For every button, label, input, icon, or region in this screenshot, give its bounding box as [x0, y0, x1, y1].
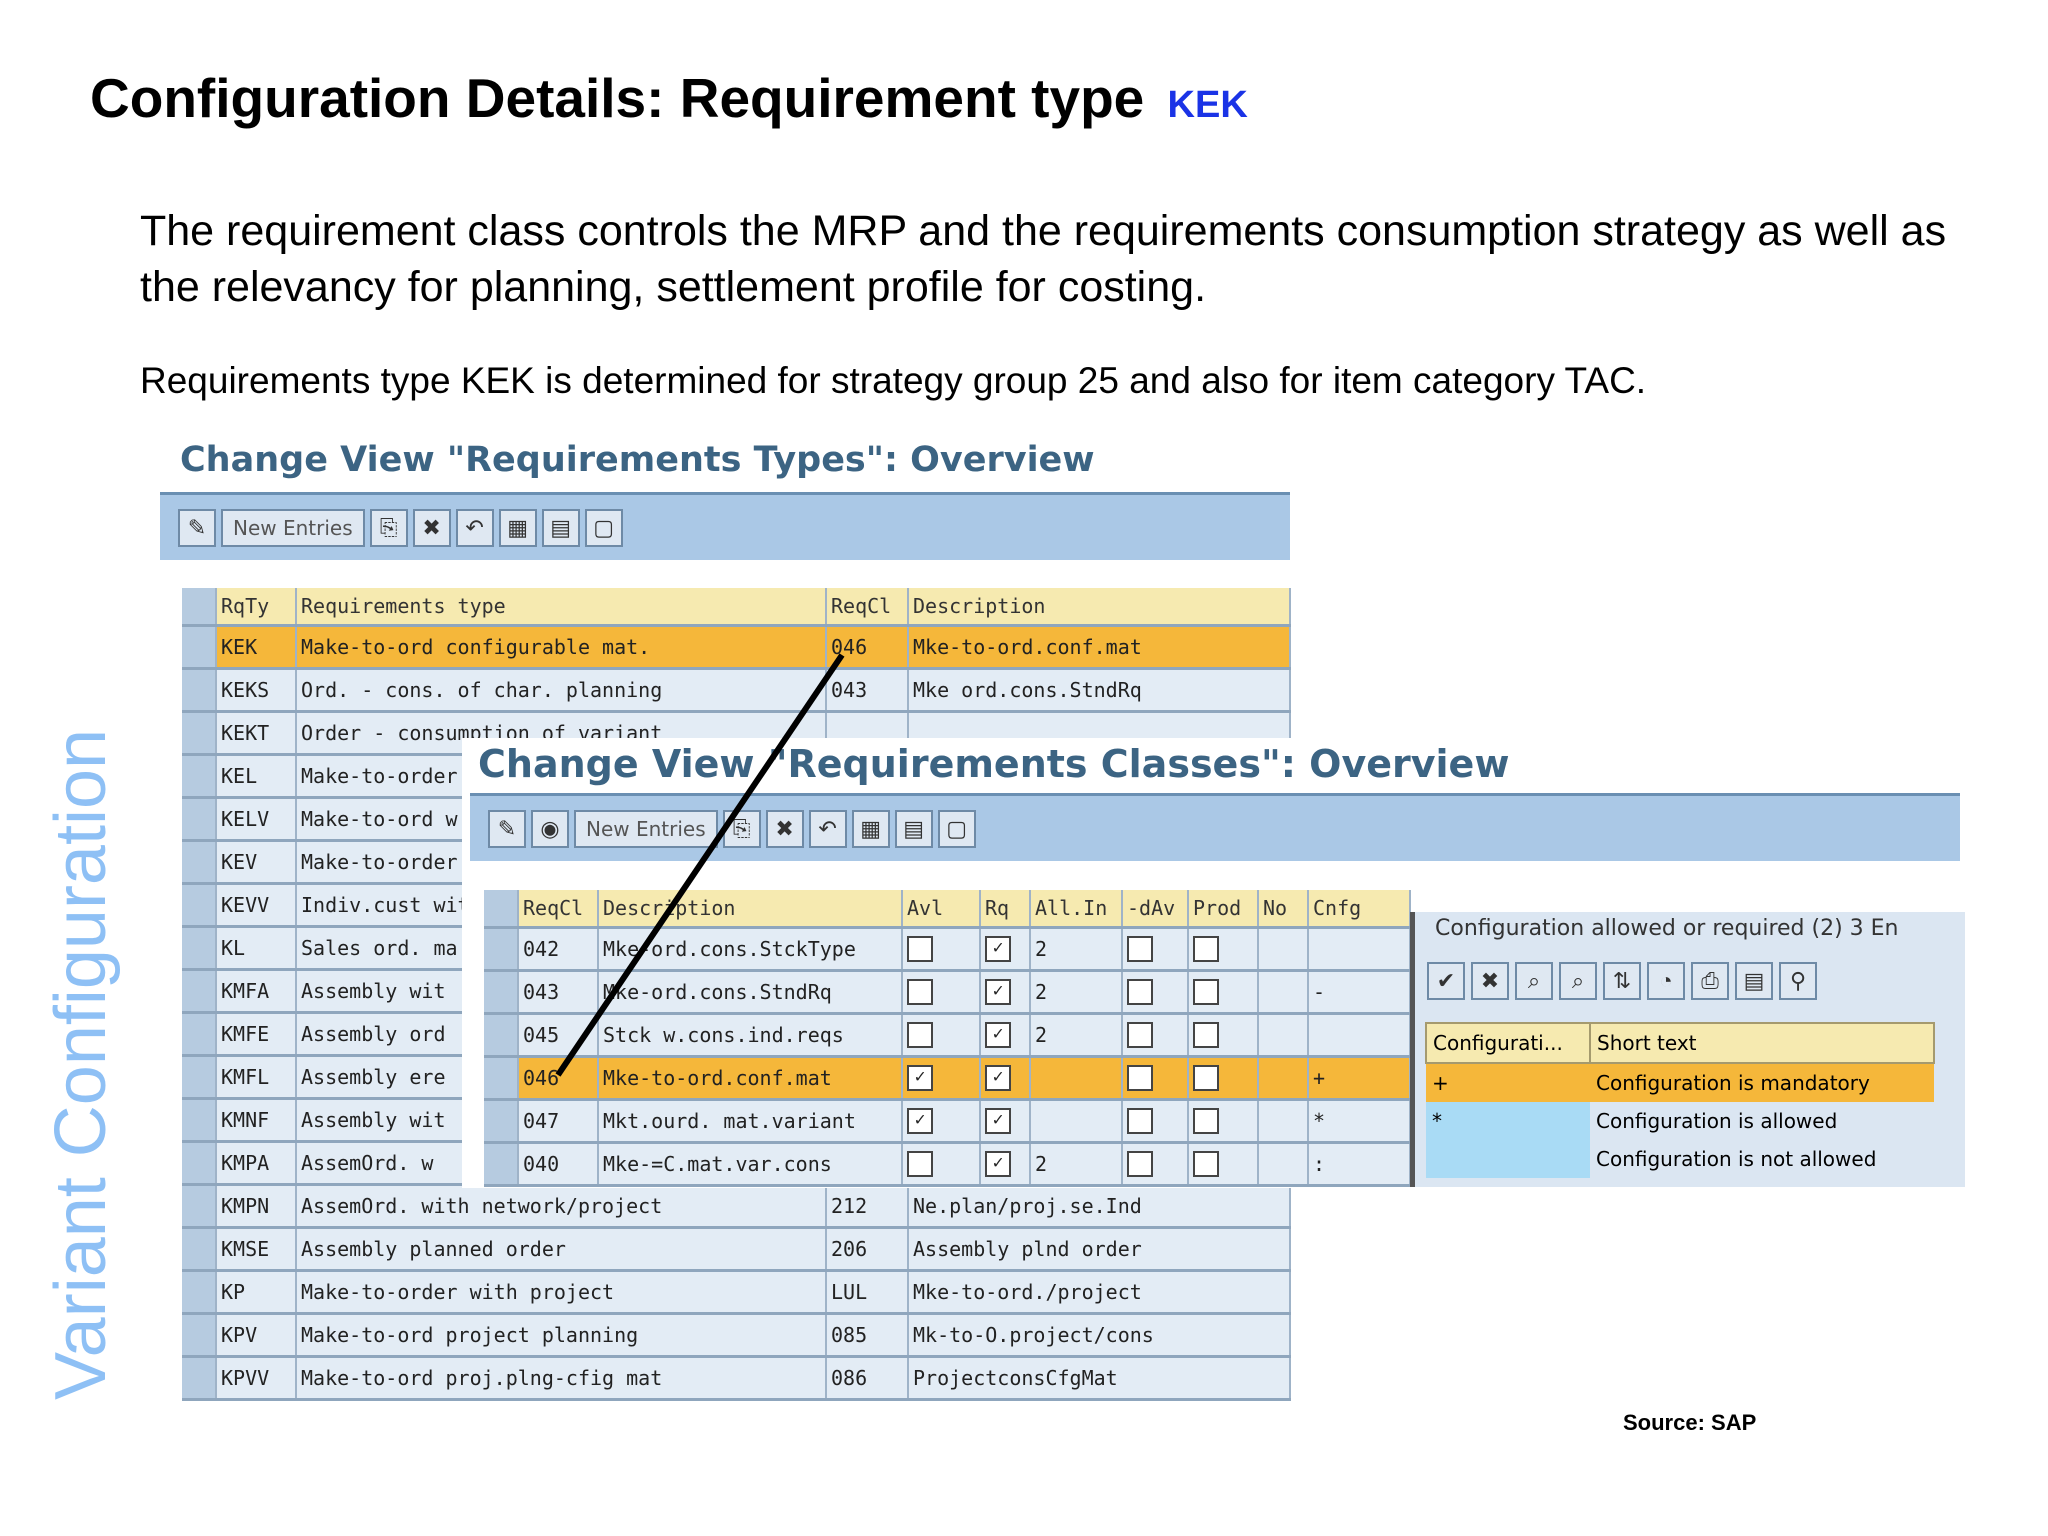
source-caption: Source: SAP	[1623, 1410, 1757, 1435]
connector-svg	[555, 653, 845, 1077]
connector-line	[555, 653, 845, 1077]
